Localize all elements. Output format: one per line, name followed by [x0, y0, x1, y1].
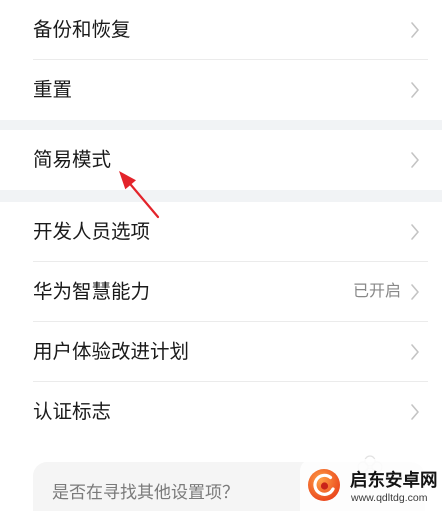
settings-item-label: 用户体验改进计划 — [33, 341, 190, 363]
settings-item-label: 华为智慧能力 — [33, 281, 151, 303]
settings-group-simple-mode: 简易模式 — [0, 130, 442, 190]
watermark-site-url: www.qdltdg.com — [351, 492, 428, 504]
site-watermark: 启东安卓网 www.qdltdg.com — [300, 459, 442, 511]
settings-item-label: 认证标志 — [33, 401, 112, 423]
chevron-right-icon — [411, 344, 419, 360]
settings-group-system: 备份和恢复 重置 — [0, 0, 442, 120]
settings-item-simple-mode[interactable]: 简易模式 — [0, 130, 442, 190]
settings-item-status-value: 已开启 — [352, 283, 401, 300]
chevron-right-icon — [411, 224, 419, 240]
chevron-right-icon — [411, 82, 419, 98]
chevron-right-icon — [411, 404, 419, 420]
watermark-site-name: 启东安卓网 — [350, 470, 438, 490]
chevron-right-icon — [411, 22, 419, 38]
settings-group-advanced: 开发人员选项 华为智慧能力 已开启 用户体验改进计划 认证标志 — [0, 202, 442, 442]
settings-item-backup-restore[interactable]: 备份和恢复 — [0, 0, 442, 60]
chevron-right-icon — [411, 284, 419, 300]
settings-item-reset[interactable]: 重置 — [0, 60, 442, 120]
settings-page: 备份和恢复 重置 简易模式 开发人员选项 华为智慧能力 已开启 用户体验改进计划 — [0, 0, 442, 511]
settings-item-certification-logos[interactable]: 认证标志 — [0, 382, 442, 442]
group-separator — [0, 190, 442, 202]
chevron-right-icon — [411, 152, 419, 168]
settings-item-label: 开发人员选项 — [33, 221, 151, 243]
qidong-anzhuo-logo-icon — [308, 469, 340, 501]
settings-item-label: 简易模式 — [33, 149, 112, 171]
settings-item-user-experience-program[interactable]: 用户体验改进计划 — [0, 322, 442, 382]
settings-item-developer-options[interactable]: 开发人员选项 — [0, 202, 442, 262]
settings-item-huawei-smart-ability[interactable]: 华为智慧能力 已开启 — [0, 262, 442, 322]
settings-item-label: 备份和恢复 — [33, 19, 131, 41]
group-separator — [0, 120, 442, 130]
settings-item-label: 重置 — [33, 79, 73, 101]
